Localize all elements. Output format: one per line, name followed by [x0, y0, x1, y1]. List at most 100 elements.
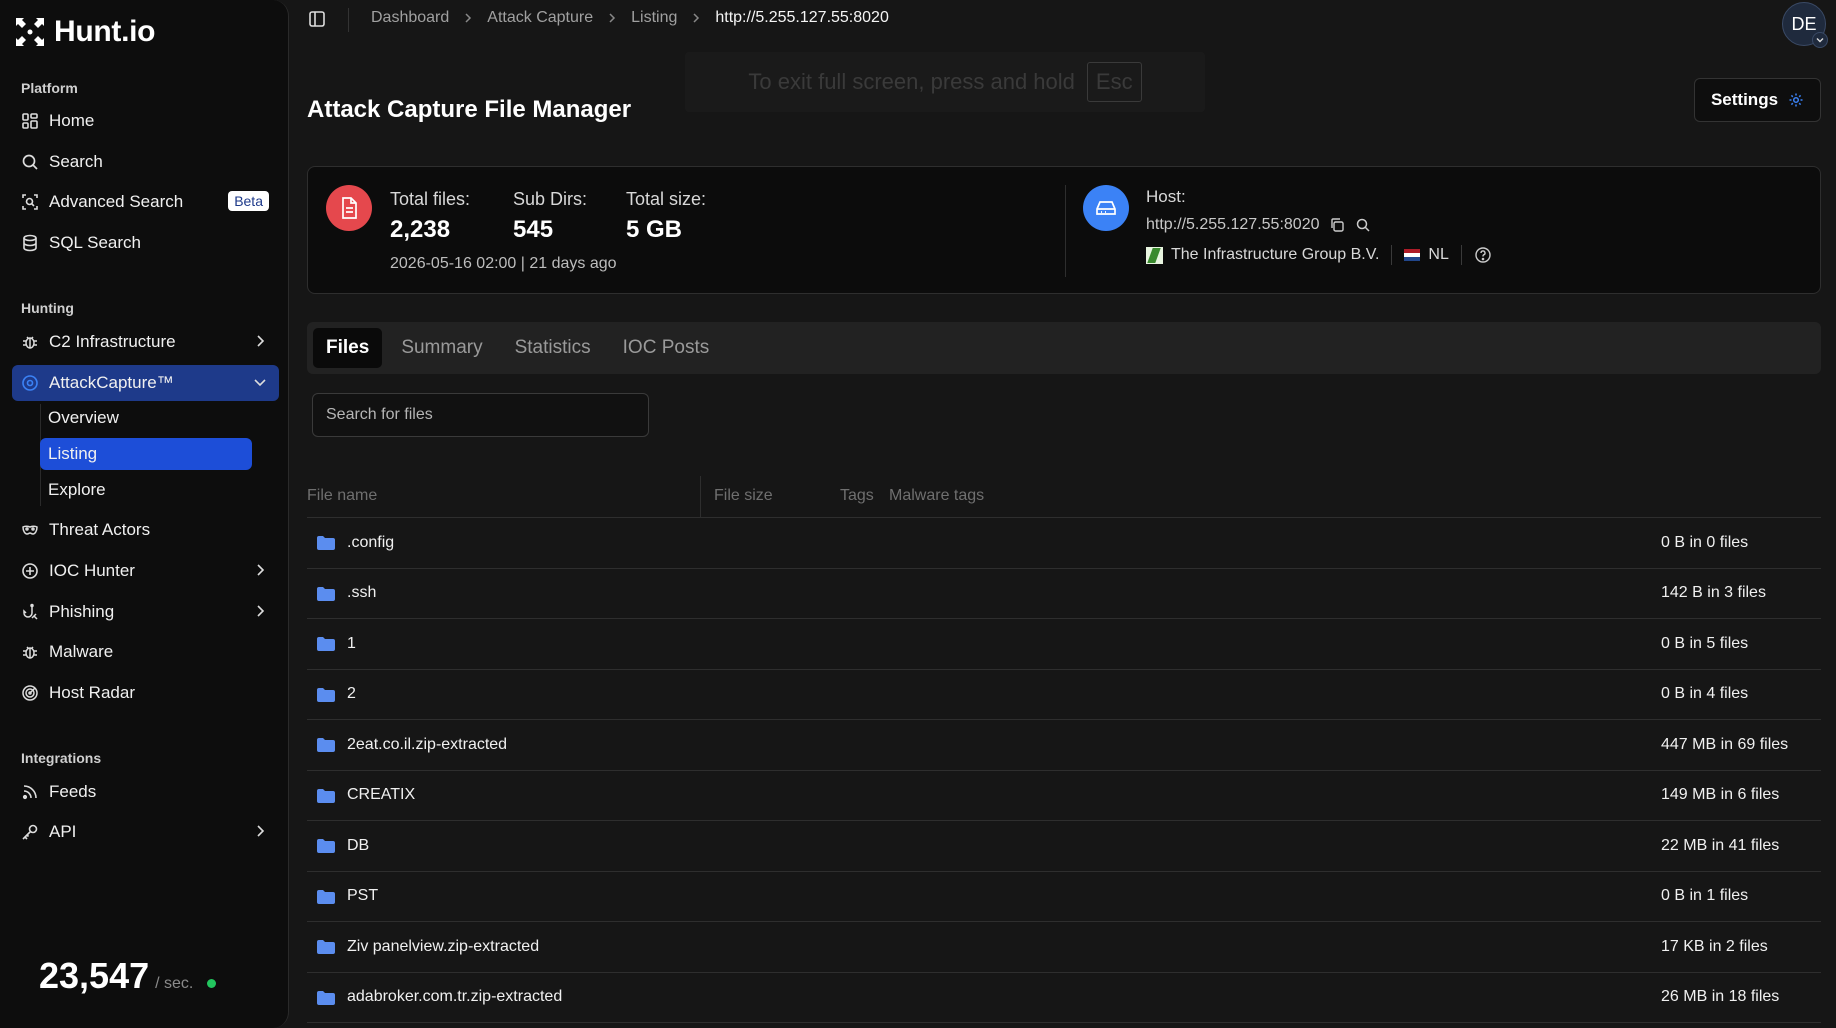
stat-label: Sub Dirs:: [513, 189, 588, 209]
section-hunting: Hunting: [21, 300, 74, 316]
file-size: 0 B in 1 files: [1661, 887, 1749, 905]
stat-total-files: Total files: 2,238: [390, 189, 470, 244]
table-row[interactable]: Ziv panelview.zip-extracted 17 KB in 2 fi…: [307, 922, 1821, 973]
column-resize-handle[interactable]: [700, 476, 701, 518]
table-row[interactable]: adabroker.com.tr.zip-extracted 26 MB in 1…: [307, 973, 1821, 1023]
search-icon[interactable]: [1355, 217, 1371, 233]
settings-button-label: Settings: [1710, 90, 1779, 109]
brand-logo[interactable]: Hunt.io: [14, 15, 156, 49]
table-row[interactable]: PST 0 B in 1 files: [307, 872, 1821, 922]
copy-icon[interactable]: [1329, 217, 1345, 233]
stats-card: Total files: 2,238 Sub Dirs: 545 Total s…: [307, 166, 1821, 294]
sidebar-item-api[interactable]: API: [12, 814, 279, 850]
hard-drive-icon: [1096, 201, 1116, 215]
breadcrumb-attack-capture[interactable]: Attack Capture: [487, 9, 593, 27]
scan-timestamp: 2026-05-16 02:00: [390, 255, 517, 272]
chevron-right-icon: [257, 564, 265, 576]
sidebar-item-feeds[interactable]: Feeds: [12, 774, 279, 810]
folder-icon: [317, 889, 335, 904]
breadcrumb-current: http://5.255.127.55:8020: [715, 9, 889, 26]
sidebar-item-search[interactable]: Search: [12, 144, 279, 180]
bug-icon: [23, 336, 37, 349]
rss-icon: [22, 785, 37, 800]
tab-files[interactable]: Files: [313, 328, 383, 368]
sidebar-item-label: Home: [49, 111, 95, 130]
column-header-malware-tags[interactable]: Malware tags: [889, 487, 984, 505]
sidebar-item-attackcapture[interactable]: AttackCapture™: [12, 365, 279, 401]
sidebar-subitem-explore[interactable]: Explore: [40, 474, 252, 506]
sidebar-item-label: Phishing: [49, 602, 115, 621]
search-icon: [22, 154, 38, 170]
help-circle-icon[interactable]: [1474, 246, 1492, 264]
file-stats-badge: [326, 185, 372, 231]
scan-date: 2026-05-16 02:00 | 21 days ago: [390, 255, 617, 273]
beta-badge: Beta: [228, 191, 269, 211]
avatar-menu-toggle[interactable]: [1812, 32, 1828, 48]
sidebar-item-label: AttackCapture™: [49, 373, 174, 392]
brand-name: Hunt.io: [54, 15, 156, 48]
sidebar-subitem-overview[interactable]: Overview: [40, 402, 252, 434]
mask-icon: [22, 525, 38, 535]
column-header-tags[interactable]: Tags: [840, 487, 874, 505]
settings-button[interactable]: Settings: [1694, 78, 1821, 122]
fullscreen-notice-key: Esc: [1086, 62, 1142, 102]
sidebar-subitem-listing[interactable]: Listing: [40, 438, 252, 470]
divider: [1460, 245, 1462, 265]
stat-label: Total size:: [626, 189, 707, 209]
column-header-file-size[interactable]: File size: [714, 487, 773, 505]
chevron-right-icon: [257, 605, 265, 617]
sidebar-item-advanced-search[interactable]: Advanced Search Beta: [12, 184, 279, 220]
table-row[interactable]: 2eat.co.il.zip-extracted 447 MB in 69 fil…: [307, 720, 1821, 771]
sidebar-item-malware[interactable]: Malware: [12, 634, 279, 670]
file-size: 17 KB in 2 files: [1661, 937, 1768, 955]
counter-unit: / sec.: [155, 975, 194, 992]
stat-label: Total files:: [390, 189, 471, 209]
tab-statistics[interactable]: Statistics: [502, 328, 604, 368]
chevron-right-icon: [257, 335, 265, 347]
sidebar-item-label: Search: [49, 152, 103, 171]
sidebar-item-host-radar[interactable]: Host Radar: [12, 675, 279, 711]
sidebar-item-label: Host Radar: [49, 683, 135, 702]
sidebar-item-home[interactable]: Home: [12, 103, 279, 139]
sidebar-item-c2-infrastructure[interactable]: C2 Infrastructure: [12, 324, 279, 360]
sidebar-item-threat-actors[interactable]: Threat Actors: [12, 512, 279, 548]
fullscreen-notice-text: To exit full screen, press and hold: [748, 69, 1075, 94]
table-row[interactable]: 2 0 B in 4 files: [307, 670, 1821, 720]
table-row[interactable]: DB 22 MB in 41 files: [307, 821, 1821, 872]
file-search-input[interactable]: [312, 393, 649, 437]
breadcrumb-listing[interactable]: Listing: [631, 9, 677, 27]
chevron-down-icon: [1816, 38, 1824, 43]
sidebar-item-label: Feeds: [49, 782, 97, 801]
sidebar-item-label: IOC Hunter: [49, 561, 135, 580]
topbar-divider: [348, 8, 349, 32]
sidebar-item-label: API: [49, 822, 77, 841]
radar-icon: [22, 685, 38, 701]
stat-total-size: Total size: 5 GB: [626, 189, 706, 244]
table-header: File name File size Tags Malware tags: [307, 476, 1821, 518]
file-size: 26 MB in 18 files: [1661, 988, 1780, 1006]
table-row[interactable]: 1 0 B in 5 files: [307, 619, 1821, 670]
sidebar-item-ioc-hunter[interactable]: IOC Hunter: [12, 553, 279, 589]
scan-search-icon: [22, 194, 38, 210]
sidebar-item-label: C2 Infrastructure: [49, 332, 176, 351]
gear-icon: [1789, 93, 1803, 107]
table-row[interactable]: .ssh 142 B in 3 files: [307, 569, 1821, 619]
tab-summary[interactable]: Summary: [388, 328, 495, 368]
breadcrumb-dashboard[interactable]: Dashboard: [371, 9, 449, 27]
table-row[interactable]: CREATIX 149 MB in 6 files: [307, 771, 1821, 821]
folder-icon: [317, 687, 335, 702]
tab-ioc-posts[interactable]: IOC Posts: [610, 328, 723, 368]
folder-icon: [317, 990, 335, 1005]
table-row[interactable]: .config 0 B in 0 files: [307, 518, 1821, 569]
stat-sub-dirs: Sub Dirs: 545: [513, 189, 587, 244]
stat-value: 2,238: [390, 216, 451, 243]
column-header-file-name[interactable]: File name: [307, 487, 377, 505]
sidebar-item-phishing[interactable]: Phishing: [12, 594, 279, 630]
sidebar-item-sql-search[interactable]: SQL Search: [12, 225, 279, 261]
plus-circle-icon: [22, 563, 38, 579]
file-size: 149 MB in 6 files: [1661, 786, 1780, 804]
host-org-row: The Infrastructure Group B.V. NL: [1146, 245, 1492, 265]
folder-icon: [317, 839, 335, 853]
capture-icon: [22, 375, 38, 391]
sidebar-toggle-icon[interactable]: [308, 10, 326, 28]
